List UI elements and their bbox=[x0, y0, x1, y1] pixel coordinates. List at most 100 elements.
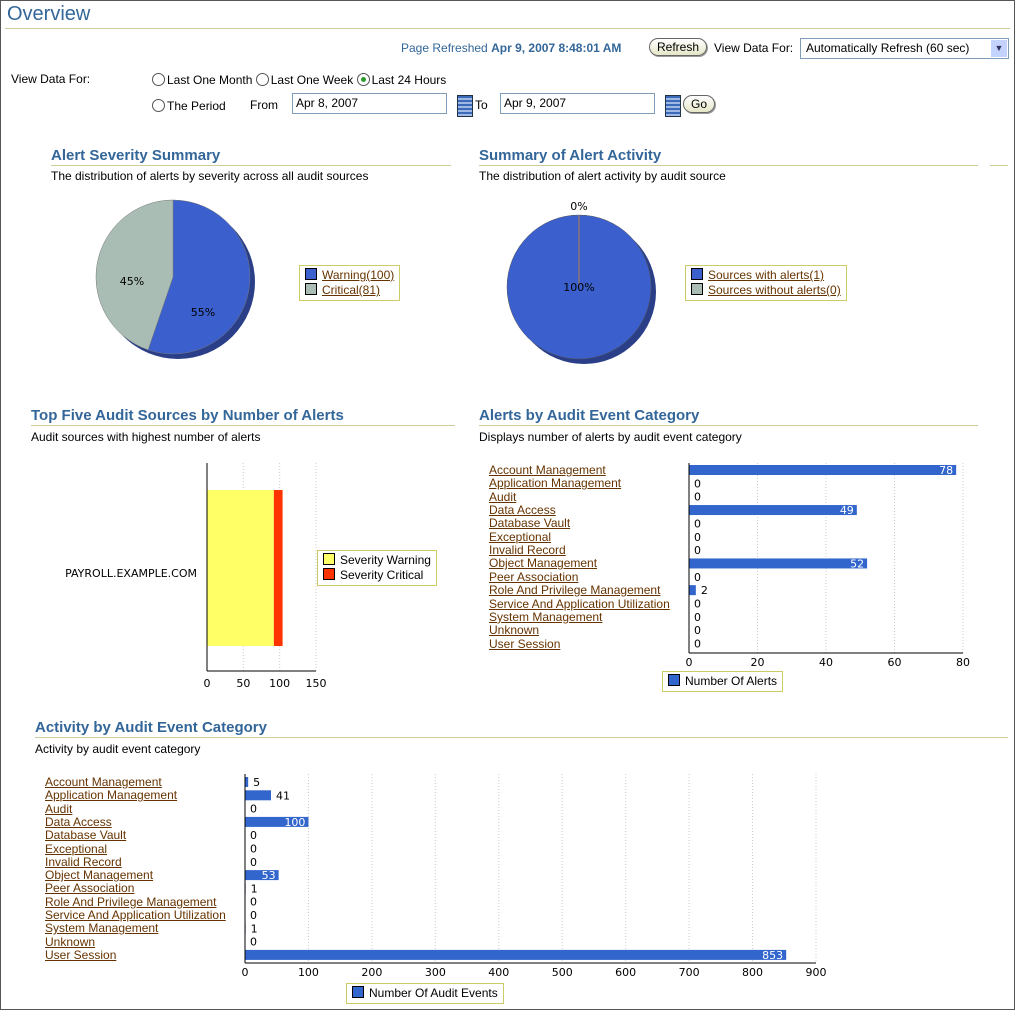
legend-swatch bbox=[323, 568, 335, 580]
x-tick-label: 100 bbox=[298, 966, 319, 979]
calendar-icon[interactable] bbox=[665, 95, 681, 117]
category-link[interactable]: Data Access bbox=[489, 504, 556, 517]
category-link[interactable]: Role And Privilege Management bbox=[45, 895, 216, 909]
category-link[interactable]: Object Management bbox=[45, 869, 153, 882]
title-divider bbox=[5, 28, 1010, 29]
radio-label: Last One Week bbox=[270, 73, 354, 87]
category-link[interactable]: Invalid Record bbox=[489, 544, 566, 557]
bar-value-label: 53 bbox=[262, 869, 276, 882]
to-date-input[interactable]: Apr 9, 2007 bbox=[500, 93, 655, 114]
refresh-select[interactable]: Automatically Refresh (60 sec) ▼ bbox=[800, 38, 1009, 59]
category-link[interactable]: Peer Association bbox=[489, 570, 578, 584]
activity-legend: Sources with alerts(1) Sources without a… bbox=[685, 265, 847, 301]
divider bbox=[51, 165, 451, 166]
legend-link[interactable]: Sources without alerts(0) bbox=[708, 283, 841, 297]
bar bbox=[689, 558, 868, 569]
bar-value-label: 49 bbox=[840, 504, 854, 517]
legend-swatch bbox=[305, 283, 317, 295]
legend-swatch bbox=[668, 674, 680, 686]
bar-value-label: 0 bbox=[694, 571, 701, 584]
top-five-legend: Severity Warning Severity Critical bbox=[317, 550, 437, 586]
radio-icon[interactable] bbox=[152, 73, 165, 86]
bar-value-label: 0 bbox=[694, 624, 701, 637]
severity-legend: Warning(100) Critical(81) bbox=[299, 265, 401, 301]
bar-value-label: 0 bbox=[250, 829, 257, 842]
radio-selected-icon[interactable] bbox=[356, 73, 370, 86]
bar bbox=[689, 585, 696, 596]
category-link[interactable]: System Management bbox=[489, 610, 602, 624]
bar-value-label: 0 bbox=[250, 909, 257, 922]
category-link[interactable]: Object Management bbox=[489, 557, 597, 570]
bar-value-label: 0 bbox=[694, 638, 701, 651]
category-link[interactable]: Audit bbox=[489, 490, 516, 504]
legend-link[interactable]: Critical(81) bbox=[322, 283, 380, 297]
x-tick-label: 20 bbox=[751, 656, 765, 669]
legend-swatch bbox=[352, 986, 364, 998]
bar-value-label: 52 bbox=[850, 557, 864, 570]
refreshed-time: Apr 9, 2007 8:48:01 AM bbox=[491, 41, 622, 55]
legend-item-with-alerts[interactable]: Sources with alerts(1) bbox=[691, 268, 841, 283]
from-date-input[interactable]: Apr 8, 2007 bbox=[292, 93, 447, 114]
category-link[interactable]: Account Management bbox=[45, 776, 162, 789]
bar-value-label: 0 bbox=[250, 803, 257, 816]
category-link[interactable]: Database Vault bbox=[489, 517, 570, 530]
bar-value-label: 78 bbox=[939, 464, 953, 477]
calendar-icon[interactable] bbox=[457, 95, 473, 117]
category-link[interactable]: Audit bbox=[45, 802, 72, 816]
legend-link[interactable]: Warning(100) bbox=[322, 268, 394, 282]
section-subtitle: Activity by audit event category bbox=[35, 742, 201, 756]
bar-segment bbox=[207, 490, 274, 646]
legend-item-critical[interactable]: Critical(81) bbox=[305, 283, 394, 298]
activity-by-category-chart: 0 100 200 300 400 500 600 700 800 900541010000053… bbox=[242, 774, 827, 979]
divider bbox=[990, 165, 1008, 166]
radio-last-24-hours[interactable]: Last 24 Hours bbox=[356, 73, 446, 87]
category-link[interactable]: Invalid Record bbox=[45, 855, 122, 869]
section-subtitle: The distribution of alerts by severity a… bbox=[51, 169, 369, 183]
category-link[interactable]: Application Management bbox=[45, 789, 177, 802]
bar-value-label: 41 bbox=[276, 789, 290, 802]
bar-value-label: 853 bbox=[762, 949, 783, 962]
category-link[interactable]: Exceptional bbox=[489, 530, 551, 544]
x-tick-label: 150 bbox=[306, 677, 327, 690]
category-link[interactable]: System Management bbox=[45, 922, 158, 935]
from-label: From bbox=[250, 98, 278, 112]
x-tick-label: 400 bbox=[488, 966, 509, 979]
category-link[interactable]: Role And Privilege Management bbox=[489, 584, 660, 597]
radio-last-one-month[interactable]: Last One Month bbox=[152, 73, 252, 87]
category-link[interactable]: Application Management bbox=[489, 477, 621, 490]
category-label: PAYROLL.EXAMPLE.COM bbox=[65, 567, 197, 580]
category-link[interactable]: User Session bbox=[45, 948, 116, 962]
category-link[interactable]: Service And Application Utilization bbox=[489, 597, 670, 611]
category-link[interactable]: Service And Application Utilization bbox=[45, 909, 226, 922]
category-link[interactable]: Unknown bbox=[489, 624, 539, 637]
category-link[interactable]: Unknown bbox=[45, 935, 95, 949]
x-tick-label: 60 bbox=[888, 656, 902, 669]
radio-the-period[interactable]: The Period bbox=[152, 99, 226, 113]
page-title: Overview bbox=[7, 3, 91, 25]
radio-last-one-week[interactable]: Last One Week bbox=[255, 73, 354, 87]
go-button[interactable]: Go bbox=[683, 95, 716, 113]
refreshed-label: Page Refreshed bbox=[401, 41, 488, 55]
chevron-down-icon[interactable]: ▼ bbox=[991, 40, 1007, 57]
category-link[interactable]: Database Vault bbox=[45, 829, 126, 842]
refresh-button[interactable]: Refresh bbox=[649, 38, 708, 56]
bar-value-label: 1 bbox=[251, 922, 258, 935]
radio-icon[interactable] bbox=[152, 99, 165, 112]
legend-label: Number Of Alerts bbox=[685, 674, 778, 688]
activity-legend-box: Number Of Audit Events bbox=[346, 983, 504, 1004]
category-link[interactable]: Account Management bbox=[489, 464, 606, 477]
section-subtitle: The distribution of alert activity by au… bbox=[479, 169, 726, 183]
bar bbox=[689, 465, 957, 475]
legend-item-warning[interactable]: Warning(100) bbox=[305, 268, 394, 283]
category-link[interactable]: Data Access bbox=[45, 815, 112, 829]
radio-icon[interactable] bbox=[255, 73, 269, 86]
x-tick-label: 800 bbox=[742, 966, 763, 979]
legend-item-without-alerts[interactable]: Sources without alerts(0) bbox=[691, 283, 841, 298]
legend-swatch bbox=[691, 268, 703, 280]
category-link[interactable]: Peer Association bbox=[45, 882, 134, 895]
category-link[interactable]: User Session bbox=[489, 637, 560, 651]
category-link[interactable]: Exceptional bbox=[45, 842, 107, 856]
pie-percent-label: 45% bbox=[120, 275, 144, 288]
legend-link[interactable]: Sources with alerts(1) bbox=[708, 268, 824, 282]
legend-label: Severity Critical bbox=[340, 568, 424, 582]
